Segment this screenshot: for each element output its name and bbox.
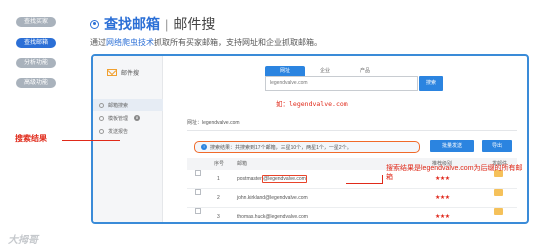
result-summary-text: 搜索结果：共搜索到17个邮箱，三星10个，两星1个，一星2个。 [210,144,352,151]
table-row[interactable]: 2 john.kirkland@legendvalve.com ★★★ [187,189,517,208]
row-email: thomas.huck@legendvalve.com [237,208,308,222]
email-user: postmaster [237,176,262,182]
column-header: 序号 [214,161,225,167]
annotation-connector [382,175,383,183]
nav-item-advanced[interactable]: 高级功能 [16,78,56,88]
batch-send-button[interactable]: 批量发送 [430,140,474,152]
nav-item-analysis[interactable]: 分析功能 [16,58,56,68]
column-header: 邮箱 [237,161,248,167]
app-screenshot-panel: 邮件搜 邮箱搜索 模板管理 8 发送报告 网址 企业 产品 legendvalv… [91,54,529,224]
sidebar-item-label: 模板管理 [108,115,129,122]
app-content: 网址 企业 产品 legendvalve.com 搜索 如：legendvalv… [164,56,527,222]
callout-label: 搜索结果 [15,134,47,143]
title-separator: | [165,16,169,32]
rating-stars: ★★★ [435,195,450,201]
row-index: 2 [217,195,220,201]
desc-text-after: 抓取所有买家邮箱，支持网址和企业抓取邮箱。 [154,38,322,47]
count-badge: 8 [134,115,141,121]
row-email: postmaster @legendvalve.com [237,170,308,189]
table-row[interactable]: 3 thomas.huck@legendvalve.com ★★★ [187,208,517,222]
rating-stars: ★★★ [435,214,450,220]
app-logo: 邮件搜 [107,68,139,77]
row-email: john.kirkland@legendvalve.com [237,189,308,208]
info-icon: ! [201,144,207,150]
row-index: 3 [217,214,220,220]
email-domain: @legendvalve.com [265,195,308,201]
searched-domain: 网址：legendvalve.com [187,120,240,126]
page-title: 查找邮箱 [104,16,160,32]
send-email-icon[interactable] [494,208,503,215]
export-button[interactable]: 导出 [482,140,512,152]
watermark-logo: 大拇哥 [8,235,38,246]
radio-dot-icon [90,19,99,29]
search-input[interactable]: legendvalve.com [265,76,418,91]
tab-product[interactable]: 产品 [345,66,385,76]
page-subtitle: 邮件搜 [173,16,216,32]
page-heading: 查找邮箱 | 邮件搜 [90,15,215,33]
app-logo-text: 邮件搜 [121,71,140,77]
send-email-icon[interactable] [494,189,503,196]
row-checkbox[interactable] [195,208,201,214]
sidebar-item-label: 发送报告 [108,128,129,135]
sidebar-item-templates[interactable]: 模板管理 8 [93,112,163,124]
search-tabs: 网址 企业 产品 [265,66,385,76]
annotation-connector [346,183,383,184]
row-checkbox[interactable] [195,170,201,176]
result-summary-bar: ! 搜索结果：共搜索到17个邮箱，三星10个，两星1个，一星2个。 [194,141,420,153]
callout-line [62,140,120,141]
email-user: thomas.huck [237,214,266,220]
nav-item-find-email[interactable]: 查找邮箱 [16,38,56,48]
row-index: 1 [217,176,220,182]
desc-highlight: 网络爬虫技术 [106,38,154,47]
sidebar-item-label: 邮箱搜索 [108,102,129,109]
app-sidebar: 邮件搜 邮箱搜索 模板管理 8 发送报告 [93,56,163,222]
row-checkbox[interactable] [195,189,201,195]
search-example-hint: 如：legendvalve.com [276,100,348,108]
divider [187,130,517,131]
email-domain-highlight: @legendvalve.com [261,175,308,183]
search-button[interactable]: 搜索 [419,76,443,91]
tab-company[interactable]: 企业 [305,66,345,76]
mail-icon [107,69,117,76]
report-icon [99,128,104,134]
email-user: john.kirkland [237,195,266,201]
desc-text-before: 通过 [90,38,106,47]
tab-url[interactable]: 网址 [265,66,305,76]
sidebar-item-send-report[interactable]: 发送报告 [93,125,163,137]
nav-item-find-buyers[interactable]: 查找买家 [16,17,56,27]
page-description: 通过网络爬虫技术抓取所有买家邮箱，支持网址和企业抓取邮箱。 [90,37,322,48]
annotation-note: 搜索结果是legendvalve.com为后缀的所有邮箱 [386,165,523,181]
search-icon [99,102,104,108]
email-domain: @legendvalve.com [265,214,308,220]
sidebar-item-email-search[interactable]: 邮箱搜索 [93,99,163,111]
template-icon [99,115,104,121]
